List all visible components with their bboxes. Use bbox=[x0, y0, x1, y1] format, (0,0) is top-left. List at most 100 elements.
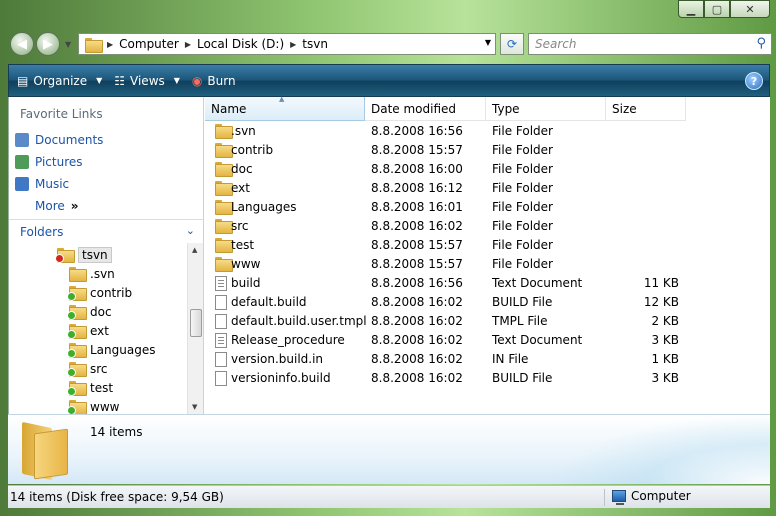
folder-tree: tsvn .svn contrib doc ext Languages src … bbox=[9, 243, 203, 414]
tree-item[interactable]: test bbox=[67, 378, 114, 397]
decorative-swoosh bbox=[550, 415, 770, 484]
column-header-name[interactable]: ▲ Name bbox=[205, 95, 365, 121]
column-header-size[interactable]: Size bbox=[606, 97, 686, 121]
address-dropdown-icon[interactable]: ▼ bbox=[485, 38, 491, 47]
tree-item-tsvn[interactable]: tsvn bbox=[55, 245, 112, 264]
folders-header[interactable]: Folders ⌄ bbox=[9, 219, 203, 243]
search-icon[interactable]: ⚲ bbox=[756, 36, 766, 51]
back-button[interactable]: ◀ bbox=[10, 32, 34, 56]
organize-button[interactable]: ▤ Organize ▼ bbox=[15, 74, 112, 88]
tree-item-label: ext bbox=[90, 323, 109, 338]
column-label: Size bbox=[612, 101, 637, 116]
table-row[interactable]: contrib 8.8.2008 15:57 File Folder bbox=[205, 141, 771, 160]
table-row[interactable]: doc 8.8.2008 16:00 File Folder bbox=[205, 160, 771, 179]
chevron-down-icon: ▼ bbox=[173, 76, 180, 85]
organize-icon: ▤ bbox=[17, 73, 29, 88]
breadcrumb-separator-icon[interactable]: ▶ bbox=[185, 40, 191, 49]
file-date-modified: 8.8.2008 16:02 bbox=[371, 371, 463, 385]
file-type: File Folder bbox=[492, 257, 553, 271]
favorite-more[interactable]: More » bbox=[35, 196, 79, 216]
burn-disc-icon: ◉ bbox=[191, 73, 203, 88]
tree-item[interactable]: src bbox=[67, 359, 108, 378]
favorite-label: Pictures bbox=[35, 155, 83, 169]
file-name: Languages bbox=[231, 200, 297, 214]
table-row[interactable]: version.build.in 8.8.2008 16:02 IN File 1 K… bbox=[205, 350, 771, 369]
address-bar[interactable]: ▶ Computer ▶ Local Disk (D:) ▶ tsvn ▼ bbox=[78, 33, 496, 55]
column-header-type[interactable]: Type bbox=[486, 97, 606, 121]
file-date-modified: 8.8.2008 16:56 bbox=[371, 276, 463, 290]
table-row[interactable]: ext 8.8.2008 16:12 File Folder bbox=[205, 179, 771, 198]
column-label: Type bbox=[492, 101, 520, 116]
scroll-down-icon[interactable]: ▼ bbox=[192, 403, 197, 411]
breadcrumb-local-disk[interactable]: Local Disk (D:) bbox=[197, 37, 284, 51]
file-date-modified: 8.8.2008 16:02 bbox=[371, 333, 463, 347]
file-name: versioninfo.build bbox=[231, 371, 331, 385]
scroll-thumb[interactable] bbox=[190, 309, 202, 337]
file-date-modified: 8.8.2008 16:56 bbox=[371, 124, 463, 138]
svn-ok-badge-icon bbox=[67, 292, 76, 301]
file-size: 2 KB bbox=[651, 314, 679, 328]
burn-button[interactable]: ◉ Burn bbox=[190, 74, 246, 88]
help-button[interactable]: ? bbox=[745, 72, 763, 90]
minimize-button[interactable]: ▁ bbox=[678, 0, 704, 18]
folder-icon bbox=[215, 181, 233, 196]
burn-label: Burn bbox=[207, 73, 236, 88]
favorite-label: Music bbox=[35, 177, 70, 191]
table-row[interactable]: build 8.8.2008 16:56 Text Document 11 KB bbox=[205, 274, 771, 293]
views-button[interactable]: ☷ Views ▼ bbox=[112, 74, 190, 88]
tree-item[interactable]: Languages bbox=[67, 340, 156, 359]
file-icon bbox=[215, 371, 227, 386]
folder-icon bbox=[215, 219, 233, 234]
tree-item-label: test bbox=[90, 380, 114, 395]
favorite-documents[interactable]: Documents bbox=[15, 130, 103, 150]
file-date-modified: 8.8.2008 16:02 bbox=[371, 352, 463, 366]
table-row[interactable]: test 8.8.2008 15:57 File Folder bbox=[205, 236, 771, 255]
file-date-modified: 8.8.2008 16:12 bbox=[371, 181, 463, 195]
file-name: ext bbox=[231, 181, 250, 195]
breadcrumb-tsvn[interactable]: tsvn bbox=[302, 37, 328, 51]
file-name: default.build.user.tmpl bbox=[231, 314, 367, 328]
scroll-up-icon[interactable]: ▲ bbox=[192, 246, 197, 254]
tree-item[interactable]: www bbox=[67, 397, 119, 414]
chevron-down-icon: ▼ bbox=[96, 76, 103, 85]
favorite-pictures[interactable]: Pictures bbox=[15, 152, 83, 172]
file-type: File Folder bbox=[492, 162, 553, 176]
close-button[interactable]: ✕ bbox=[730, 0, 770, 18]
recent-pages-dropdown-icon[interactable]: ▼ bbox=[65, 40, 71, 49]
folders-title: Folders bbox=[20, 224, 64, 239]
status-zone: Computer bbox=[612, 489, 691, 505]
table-row[interactable]: www 8.8.2008 15:57 File Folder bbox=[205, 255, 771, 274]
file-name: test bbox=[231, 238, 255, 252]
favorite-music[interactable]: Music bbox=[15, 174, 69, 194]
tree-item[interactable]: contrib bbox=[67, 283, 132, 302]
tree-item-label: Languages bbox=[90, 342, 156, 357]
status-bar: 14 items (Disk free space: 9,54 GB) Comp… bbox=[8, 485, 770, 508]
folder-icon bbox=[69, 267, 87, 282]
breadcrumb-computer[interactable]: Computer bbox=[119, 37, 179, 51]
forward-button[interactable]: ▶ bbox=[36, 32, 60, 56]
tree-item[interactable]: .svn bbox=[69, 264, 115, 283]
table-row[interactable]: versioninfo.build 8.8.2008 16:02 BUILD Fil… bbox=[205, 369, 771, 388]
table-row[interactable]: .svn 8.8.2008 16:56 File Folder bbox=[205, 122, 771, 141]
maximize-button[interactable]: ▢ bbox=[704, 0, 730, 18]
folder-icon bbox=[67, 400, 87, 414]
caption-buttons: ▁ ▢ ✕ bbox=[678, 0, 770, 18]
breadcrumb-separator-icon[interactable]: ▶ bbox=[107, 40, 113, 49]
search-input[interactable]: Search ⚲ bbox=[528, 33, 772, 55]
file-type: File Folder bbox=[492, 200, 553, 214]
table-row[interactable]: src 8.8.2008 16:02 File Folder bbox=[205, 217, 771, 236]
tree-item[interactable]: ext bbox=[67, 321, 109, 340]
refresh-button[interactable]: ⟳ bbox=[500, 33, 524, 55]
table-row[interactable]: default.build.user.tmpl 8.8.2008 16:02 TMP… bbox=[205, 312, 771, 331]
breadcrumb-separator-icon[interactable]: ▶ bbox=[290, 40, 296, 49]
tree-item[interactable]: doc bbox=[67, 302, 112, 321]
table-row[interactable]: Languages 8.8.2008 16:01 File Folder bbox=[205, 198, 771, 217]
sort-ascending-icon: ▲ bbox=[279, 95, 285, 103]
folder-tree-scrollbar[interactable]: ▲ ▼ bbox=[187, 243, 203, 414]
table-row[interactable]: default.build 8.8.2008 16:02 BUILD File 12 … bbox=[205, 293, 771, 312]
tree-item-label: tsvn bbox=[78, 246, 112, 263]
tree-item-label: .svn bbox=[90, 266, 115, 281]
column-header-date[interactable]: Date modified bbox=[365, 97, 486, 121]
table-row[interactable]: Release_procedure 8.8.2008 16:02 Text Docu… bbox=[205, 331, 771, 350]
folder-icon bbox=[215, 162, 233, 177]
